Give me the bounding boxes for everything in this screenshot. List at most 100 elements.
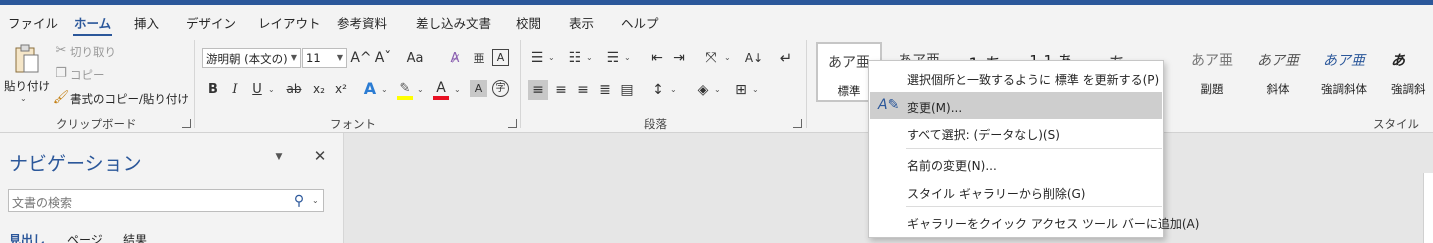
group-divider xyxy=(806,40,807,128)
increase-indent-icon[interactable]: ⇥ xyxy=(670,48,688,68)
clipboard-group-label: クリップボード xyxy=(56,117,137,131)
paste-dropdown-icon[interactable]: ⌄ xyxy=(20,94,27,103)
multilevel-list-icon[interactable]: ☴ xyxy=(604,48,622,68)
chevron-down-icon[interactable]: ⌄ xyxy=(714,85,721,94)
bullets-icon[interactable]: ☰ xyxy=(528,48,546,68)
cut-icon: ✂ xyxy=(55,42,67,58)
tab-references[interactable]: 参考資料 xyxy=(337,13,387,32)
align-center-icon[interactable]: ≡ xyxy=(552,80,570,100)
tab-review[interactable]: 校閲 xyxy=(516,13,541,32)
tab-view[interactable]: 表示 xyxy=(569,13,594,32)
cut-button[interactable]: 切り取り xyxy=(70,44,116,60)
show-formatting-icon[interactable]: ↵ xyxy=(776,48,796,68)
styles-group-label: スタイル xyxy=(1373,117,1419,131)
chevron-down-icon[interactable]: ⌄ xyxy=(752,85,759,94)
font-dialog-launcher-icon[interactable] xyxy=(508,119,517,128)
chevron-down-icon[interactable]: ⌄ xyxy=(417,85,424,94)
document-page[interactable] xyxy=(1423,173,1433,243)
chevron-down-icon[interactable]: ⌄ xyxy=(548,53,555,62)
superscript-button[interactable]: x² xyxy=(332,80,350,98)
format-painter-button[interactable]: 書式のコピー/貼り付け xyxy=(70,91,189,107)
highlight-color-icon[interactable]: ✎ xyxy=(396,78,414,98)
font-name-combo[interactable]: 游明朝 (本文の) ▼ xyxy=(202,48,301,68)
clipboard-dialog-launcher-icon[interactable] xyxy=(182,119,191,128)
character-shading-icon[interactable]: A xyxy=(470,80,487,97)
change-case-icon[interactable]: Aa xyxy=(402,48,428,68)
font-group-label: フォント xyxy=(330,117,376,131)
document-search-input[interactable]: 文書の検索 ⚲ ⌄ xyxy=(8,189,324,212)
paragraph-group-label: 段落 xyxy=(644,117,667,131)
paste-button-label[interactable]: 貼り付け xyxy=(4,78,50,94)
tab-design[interactable]: デザイン xyxy=(186,13,236,32)
style-sample: あア亜 xyxy=(1323,53,1365,69)
close-icon[interactable]: ✕ xyxy=(312,148,328,164)
shrink-font-icon[interactable]: Aˇ xyxy=(374,48,392,68)
decrease-indent-icon[interactable]: ⇤ xyxy=(648,48,666,68)
chevron-down-icon[interactable]: ⌄ xyxy=(381,85,388,94)
search-placeholder: 文書の検索 xyxy=(12,196,73,210)
tab-home[interactable]: ホーム xyxy=(72,13,113,37)
menu-divider xyxy=(906,206,1162,207)
tab-help[interactable]: ヘルプ xyxy=(621,13,659,32)
nav-tab-headings[interactable]: 見出し xyxy=(9,231,45,243)
chevron-down-icon: ▼ xyxy=(290,53,297,62)
style-item-intense-emphasis[interactable]: あア亜 強調斜体 xyxy=(1311,42,1377,102)
asian-layout-icon[interactable]: ⤧ xyxy=(700,48,722,68)
menu-item-modify[interactable]: A✎ 変更(M)... xyxy=(870,92,1162,119)
line-spacing-icon[interactable]: ↕ xyxy=(648,80,668,100)
strikethrough-button[interactable]: ab xyxy=(284,80,304,98)
chevron-down-icon[interactable]: ⌄ xyxy=(586,53,593,62)
borders-icon[interactable]: ⊞ xyxy=(732,80,750,100)
character-border-icon[interactable]: A xyxy=(492,49,509,66)
clear-formatting-icon[interactable]: A̷ xyxy=(446,48,464,68)
justify-icon[interactable]: ≣ xyxy=(596,80,614,100)
chevron-down-icon[interactable]: ⌄ xyxy=(268,85,275,94)
menu-divider xyxy=(906,148,1162,149)
style-sample: あ xyxy=(1391,53,1405,69)
style-item-strong[interactable]: あ 強調斜 xyxy=(1377,42,1433,102)
paste-icon[interactable] xyxy=(10,42,42,76)
font-size-value: 11 xyxy=(306,51,321,65)
menu-item-update-style[interactable]: 選択個所と一致するように 標準 を更新する(P) xyxy=(870,64,1162,91)
copy-button[interactable]: コピー xyxy=(70,67,105,83)
style-name: 強調斜 xyxy=(1391,82,1426,96)
style-item-subtitle[interactable]: あア亜 副題 xyxy=(1179,42,1245,102)
tab-file[interactable]: ファイル xyxy=(8,13,58,32)
chevron-down-icon[interactable]: ⌄ xyxy=(454,85,461,94)
menu-item-add-to-quick-access[interactable]: ギャラリーをクイック アクセス ツール バーに追加(A) xyxy=(870,208,1199,235)
tab-mailings[interactable]: 差し込み文書 xyxy=(416,13,491,32)
phonetic-guide-icon[interactable]: 亜 xyxy=(470,48,488,68)
text-effects-icon[interactable]: A xyxy=(360,79,380,99)
font-size-combo[interactable]: 11 ▼ xyxy=(302,48,347,68)
tab-layout[interactable]: レイアウト xyxy=(258,13,321,32)
menu-item-rename[interactable]: 名前の変更(N)... xyxy=(870,150,1162,177)
underline-button[interactable]: U xyxy=(249,80,265,98)
shading-icon[interactable]: ◈ xyxy=(694,80,712,100)
font-color-icon[interactable]: A xyxy=(432,78,450,98)
chevron-down-icon[interactable]: ⌄ xyxy=(624,53,631,62)
numbering-icon[interactable]: ☷ xyxy=(566,48,584,68)
nav-tab-pages[interactable]: ページ xyxy=(67,231,103,243)
chevron-down-icon[interactable]: ⌄ xyxy=(724,53,731,62)
tab-insert[interactable]: 挿入 xyxy=(134,13,159,32)
menu-item-select-all[interactable]: すべて選択: (データなし)(S) xyxy=(870,119,1162,146)
align-left-icon[interactable]: ≡ xyxy=(528,80,548,100)
style-item-emphasis[interactable]: あア亜 斜体 xyxy=(1245,42,1311,102)
menu-item-label: すべて選択: (データなし)(S) xyxy=(907,128,1060,142)
chevron-down-icon[interactable]: ⌄ xyxy=(312,196,319,205)
italic-button[interactable]: I xyxy=(227,80,243,98)
align-right-icon[interactable]: ≡ xyxy=(574,80,592,100)
bold-button[interactable]: B xyxy=(205,80,221,98)
grow-font-icon[interactable]: A^ xyxy=(350,48,371,68)
distributed-icon[interactable]: ▤ xyxy=(618,80,636,100)
chevron-down-icon[interactable]: ⌄ xyxy=(670,85,677,94)
nav-tab-results[interactable]: 結果 xyxy=(123,231,147,243)
subscript-button[interactable]: x₂ xyxy=(310,80,328,98)
enclose-characters-icon[interactable]: 字 xyxy=(492,80,509,97)
navigation-title: ナビゲーション xyxy=(9,153,142,175)
menu-item-remove-from-gallery[interactable]: スタイル ギャラリーから削除(G) xyxy=(870,178,1162,205)
paragraph-dialog-launcher-icon[interactable] xyxy=(793,119,802,128)
search-icon[interactable]: ⚲ xyxy=(291,193,307,209)
pane-options-icon[interactable]: ▼ xyxy=(272,150,286,164)
sort-icon[interactable]: A↓ xyxy=(744,48,764,68)
